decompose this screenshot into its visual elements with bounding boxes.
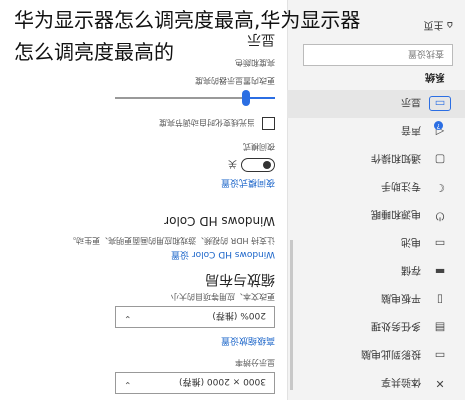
sidebar-item-project[interactable]: ▭ 投影到此电脑 <box>287 342 465 370</box>
sidebar-item-battery[interactable]: ▭ 电池 <box>287 230 465 258</box>
night-light-label: 夜间模式 <box>243 142 275 151</box>
advanced-scaling-link[interactable]: 高级缩放设置 <box>221 335 275 348</box>
sidebar-item-label: 平板电脑 <box>381 292 421 304</box>
sidebar-item-tablet[interactable]: ▯ 平板电脑 <box>287 286 465 314</box>
resolution-select[interactable]: 3000 × 2000 (推荐) ⌄ <box>115 372 275 394</box>
project-icon: ▭ <box>434 349 446 363</box>
power-icon: ⏻ <box>435 210 445 223</box>
overlay-title-line-2: 怎么调亮度最高的 <box>14 40 174 64</box>
slider-thumb[interactable] <box>242 90 251 106</box>
sidebar-item-focus[interactable]: ☾ 专注助手 <box>287 174 465 202</box>
resolution-label: 显示分辨率 <box>235 358 275 367</box>
auto-brightness-label: 当光线变化时自动调节亮度 <box>159 118 255 127</box>
overlay-title-line-1: 华为显示器怎么调亮度最高,华为显示器 <box>14 8 361 32</box>
hd-color-heading: Windows HD Color <box>164 214 275 228</box>
scale-select[interactable]: 200% (推荐) ⌄ <box>115 306 275 328</box>
sidebar-item-notifications[interactable]: ▢ 通知和操作 <box>287 146 465 174</box>
scale-label: 更改文本、应用等项目的大小 <box>171 292 275 301</box>
moon-icon: ☾ <box>435 181 445 195</box>
storage-icon: ▬ <box>434 265 446 279</box>
toggle-knob <box>263 161 271 169</box>
sidebar-item-storage[interactable]: ▬ 存储 <box>287 258 465 286</box>
sidebar-item-label: 显示 <box>401 96 421 108</box>
sidebar-item-label: 电源和睡眠 <box>371 208 421 220</box>
overlay-title: 华为显示器怎么调亮度最高,华为显示器 怎么调亮度最高的 <box>14 4 454 68</box>
sidebar-item-label: 声音 <box>401 124 421 136</box>
sidebar-item-multitask[interactable]: ▤ 多任务处理 <box>287 314 465 342</box>
sidebar-item-label: 存储 <box>401 264 421 276</box>
sidebar-item-display[interactable]: ▭ 显示 <box>287 90 465 118</box>
scale-value: 200% (推荐) <box>212 310 266 321</box>
share-icon: ✕ <box>435 377 445 391</box>
sidebar-item-label: 电池 <box>401 236 421 248</box>
sidebar-item-share[interactable]: ✕ 体验共享 <box>287 370 465 398</box>
notification-icon: ▢ <box>434 153 446 167</box>
sidebar-item-label: 投影到此电脑 <box>361 348 421 360</box>
chevron-down-icon: ⌄ <box>124 379 132 389</box>
sidebar-item-label: 体验共享 <box>381 376 421 388</box>
sidebar-title: 系统 <box>425 71 445 82</box>
auto-brightness-checkbox[interactable] <box>262 117 275 130</box>
night-light-state: 关 <box>227 158 237 168</box>
brightness-label: 更改内置显示器的亮度 <box>195 76 275 85</box>
multitask-icon: ▤ <box>434 321 446 335</box>
scale-heading: 缩放与布局 <box>205 271 275 287</box>
hd-color-settings-link[interactable]: Windows HD Color 设置 <box>171 249 275 262</box>
battery-icon: ▭ <box>434 237 446 251</box>
chevron-down-icon: ⌄ <box>124 313 132 323</box>
monitor-icon: ▭ <box>429 96 451 112</box>
sidebar-item-label: 专注助手 <box>381 180 421 192</box>
help-badge[interactable]: ? <box>434 121 443 130</box>
sidebar-item-label: 多任务处理 <box>371 320 421 332</box>
sidebar-item-label: 通知和操作 <box>371 152 421 164</box>
hd-color-description: 让支持 HDR 的视频、游戏和应用的画面更明亮、更生动。 <box>68 236 275 245</box>
night-light-toggle[interactable] <box>241 158 275 172</box>
slider-fill <box>246 97 275 99</box>
resolution-value: 3000 × 2000 (推荐) <box>179 376 266 387</box>
tablet-icon: ▯ <box>436 293 444 307</box>
night-light-settings-link[interactable]: 夜间模式设置 <box>221 177 275 190</box>
sidebar-item-power[interactable]: ⏻ 电源和睡眠 <box>287 202 465 230</box>
